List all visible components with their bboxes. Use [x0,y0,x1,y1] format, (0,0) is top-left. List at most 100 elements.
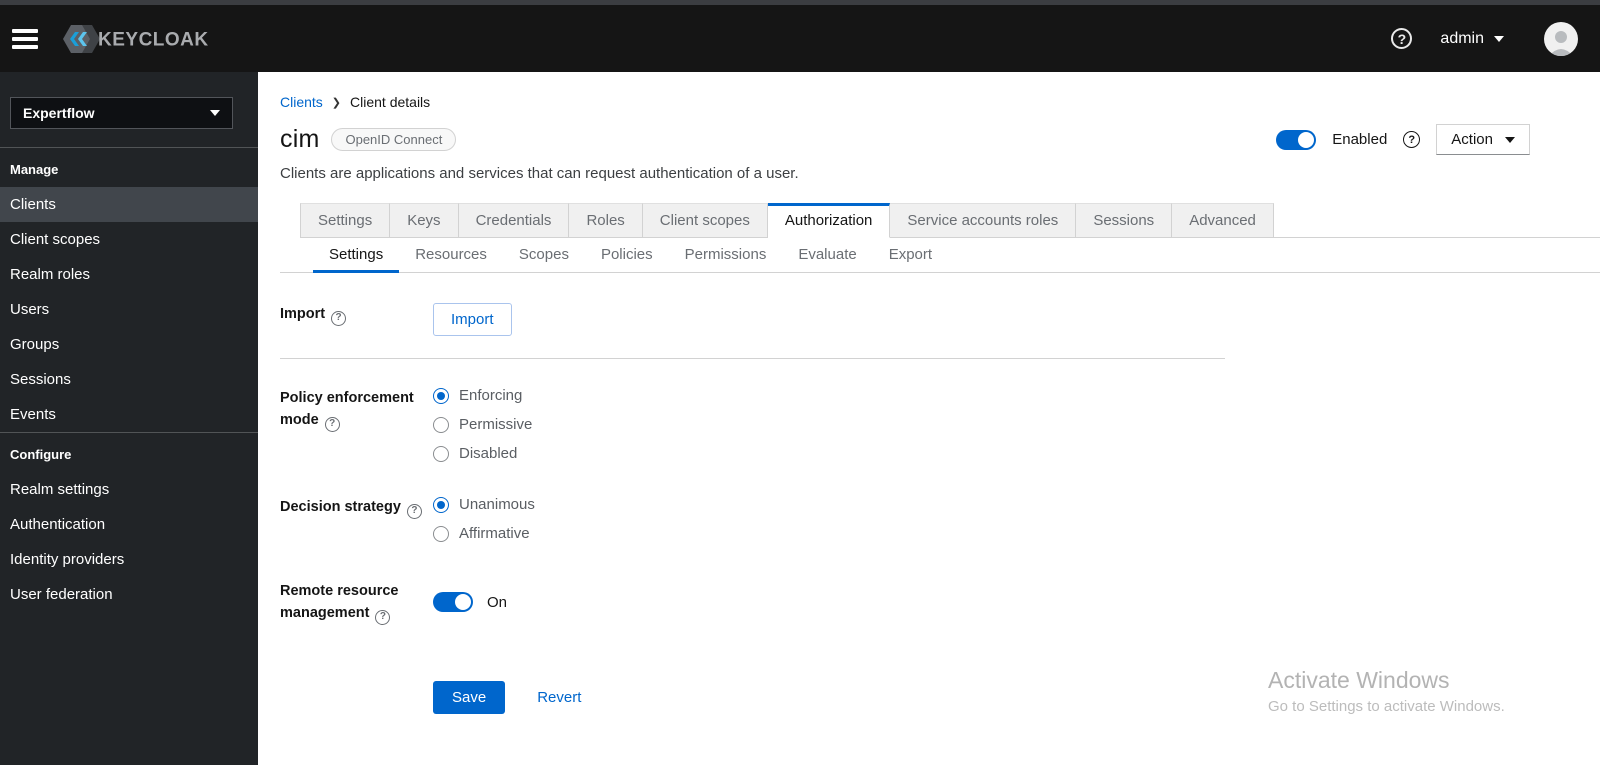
page-title: cim [280,125,320,153]
decision-strategy-row: Decision strategy? Unanimous Affirmative [280,496,1600,542]
masthead: KEYCLOAK ? admin [0,5,1600,72]
chevron-right-icon: ❯ [331,96,342,109]
revert-button[interactable]: Revert [537,689,581,706]
main-content: Clients ❯ Client details cim OpenID Conn… [258,72,1600,765]
policy-enforcement-mode-option-permissive[interactable]: Permissive [433,416,1600,433]
remote-resource-management-label: Remote resource management? [280,580,433,625]
sidebar-item-events[interactable]: Events [0,397,258,432]
sidebar-item-realm-roles[interactable]: Realm roles [0,257,258,292]
sidebar-item-identity-providers[interactable]: Identity providers [0,542,258,577]
radio-label: Enforcing [459,387,523,404]
radio-icon[interactable] [433,496,449,513]
breadcrumb-current: Client details [350,94,431,110]
decision-strategy-label: Decision strategy? [280,496,433,542]
save-button[interactable]: Save [433,680,506,714]
sidebar-item-client-scopes[interactable]: Client scopes [0,222,258,257]
action-dropdown-button[interactable]: Action [1436,124,1530,155]
help-icon[interactable]: ? [1403,131,1421,148]
title-controls: Enabled ? Action [1276,124,1530,155]
tab-sessions[interactable]: Sessions [1076,203,1173,238]
chevron-down-icon [210,110,220,116]
radio-label: Disabled [459,445,518,462]
protocol-badge: OpenID Connect [331,128,457,151]
help-icon[interactable]: ? [406,503,422,519]
divider [280,358,1225,359]
decision-strategy-option-affirmative[interactable]: Affirmative [433,525,1600,542]
tab-settings[interactable]: Settings [300,203,391,238]
tab-advanced[interactable]: Advanced [1172,203,1274,238]
radio-label: Permissive [459,416,533,433]
radio-icon[interactable] [433,416,449,433]
user-menu[interactable]: admin [1440,30,1504,48]
subtab-settings[interactable]: Settings [313,238,400,273]
remote-resource-management-row: Remote resource management? On [280,580,1600,625]
enabled-label: Enabled [1332,131,1388,148]
subtab-policies[interactable]: Policies [585,238,669,273]
tab-client-scopes[interactable]: Client scopes [642,203,768,238]
chevron-down-icon [1505,136,1515,143]
policy-enforcement-mode-option-disabled[interactable]: Disabled [433,445,1600,462]
help-icon[interactable]: ? [375,609,391,625]
import-label: Import? [280,303,433,336]
sidebar-section-manage: Manage [10,162,59,177]
menu-icon[interactable] [12,28,38,49]
sidebar-item-clients[interactable]: Clients [0,187,258,222]
authorization-subtabs: Settings Resources Scopes Policies Permissio… [280,238,1600,273]
sidebar-item-users[interactable]: Users [0,292,258,327]
sidebar-item-realm-settings[interactable]: Realm settings [0,472,258,507]
import-row: Import? Import [280,303,1600,336]
remote-resource-management-toggle[interactable] [433,592,473,613]
policy-enforcement-mode-row: Policy enforcement mode? Enforcing Permis… [280,387,1600,462]
person-icon [1549,30,1573,56]
help-icon[interactable]: ? [331,310,347,326]
chevron-down-icon [1494,35,1504,42]
sidebar-item-sessions[interactable]: Sessions [0,362,258,397]
tab-service-accounts-roles[interactable]: Service accounts roles [890,203,1077,238]
client-tabs: Settings Keys Credentials Roles Client scope… [300,203,1600,238]
help-icon[interactable]: ? [1391,28,1413,49]
radio-icon[interactable] [433,387,449,404]
radio-icon[interactable] [433,525,449,542]
keycloak-logo: KEYCLOAK [62,22,220,56]
sidebar-nav: Manage Clients Client scopes Realm roles Use… [0,147,258,612]
policy-enforcement-mode-label-text: Policy enforcement mode [280,390,414,428]
import-control: Import [433,303,1600,336]
tab-roles[interactable]: Roles [569,203,643,238]
import-button[interactable]: Import [433,303,512,336]
policy-enforcement-mode-label: Policy enforcement mode? [280,387,433,462]
authorization-settings-form: Import? Import Policy enforcement mode? … [280,273,1600,714]
sidebar-item-user-federation[interactable]: User federation [0,577,258,612]
realm-selector[interactable]: Expertflow [10,97,233,129]
keycloak-admin-console: KEYCLOAK ? admin Expertflow Manage Clien… [0,0,1600,765]
import-label-text: Import [280,306,326,322]
subtab-scopes[interactable]: Scopes [503,238,585,273]
keycloak-logo-graphic: KEYCLOAK [63,24,209,53]
subtab-export[interactable]: Export [873,238,948,273]
sidebar-item-groups[interactable]: Groups [0,327,258,362]
enabled-toggle[interactable] [1276,129,1317,150]
page-description: Clients are applications and services th… [280,165,799,182]
svg-text:KEYCLOAK: KEYCLOAK [98,29,209,50]
decision-strategy-option-unanimous[interactable]: Unanimous [433,496,1600,513]
radio-label: Unanimous [459,496,535,513]
decision-strategy-radio-group: Unanimous Affirmative [433,496,1600,542]
radio-icon[interactable] [433,445,449,462]
radio-label: Affirmative [459,525,530,542]
tab-credentials[interactable]: Credentials [458,203,570,238]
avatar[interactable] [1544,21,1578,56]
sidebar-item-authentication[interactable]: Authentication [0,507,258,542]
subtab-evaluate[interactable]: Evaluate [782,238,872,273]
breadcrumb-clients-link[interactable]: Clients [280,94,323,110]
realm-name: Expertflow [23,105,95,121]
breadcrumb: Clients ❯ Client details [280,72,1600,110]
tab-keys[interactable]: Keys [390,203,459,238]
subtab-permissions[interactable]: Permissions [669,238,783,273]
decision-strategy-label-text: Decision strategy [280,499,401,515]
policy-enforcement-mode-radio-group: Enforcing Permissive Disabled [433,387,1600,462]
subtab-resources[interactable]: Resources [399,238,503,273]
policy-enforcement-mode-option-enforcing[interactable]: Enforcing [433,387,1600,404]
help-icon[interactable]: ? [324,416,340,432]
tab-authorization[interactable]: Authorization [767,203,891,238]
